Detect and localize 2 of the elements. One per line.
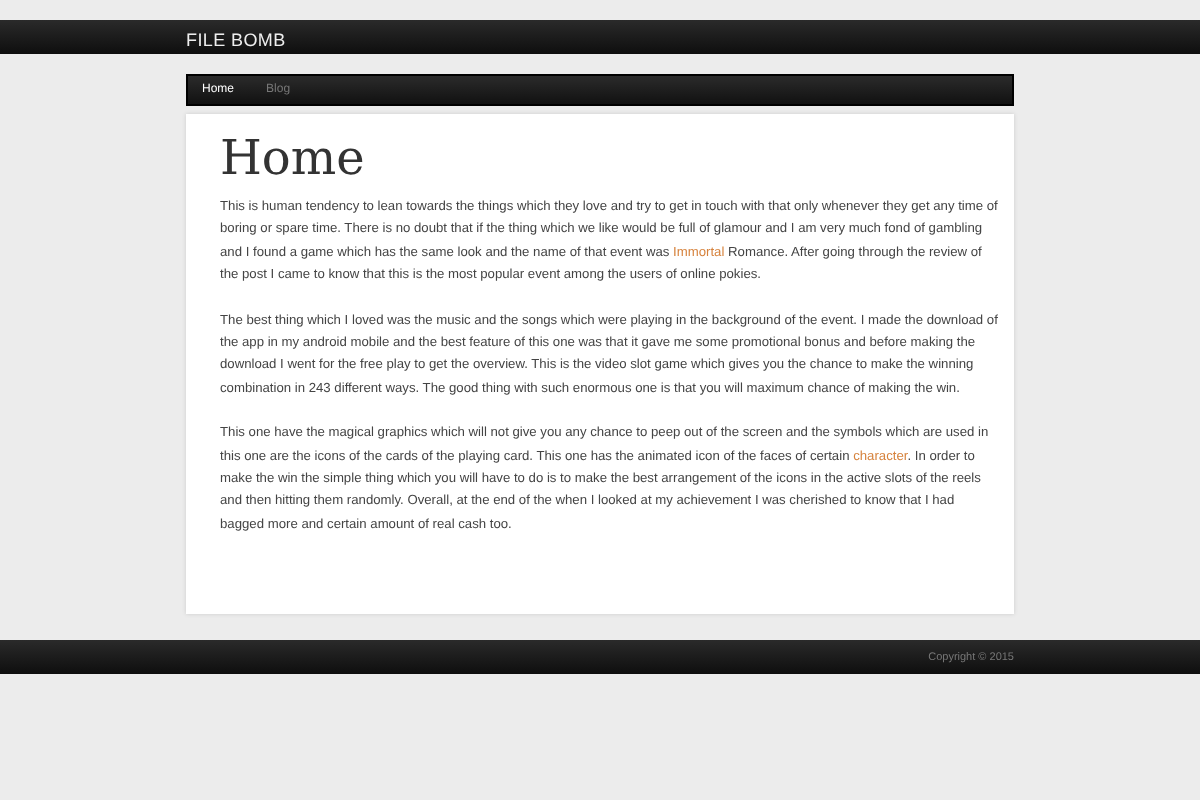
- site-title[interactable]: FILE BOMB: [186, 29, 286, 49]
- page-heading: Home: [220, 130, 367, 186]
